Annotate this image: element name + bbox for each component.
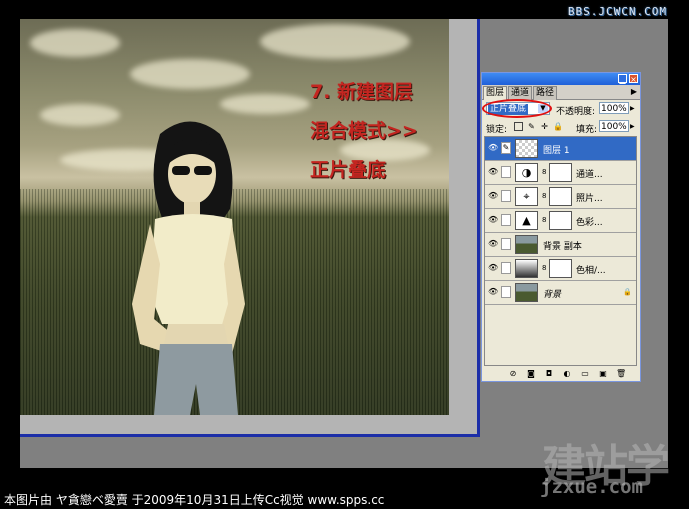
eye-icon[interactable]: 👁: [488, 240, 498, 248]
lock-label: 锁定:: [486, 125, 508, 135]
fill-input[interactable]: 100%: [599, 120, 629, 132]
layer-mask: [549, 259, 572, 278]
opacity-input[interactable]: 100%: [599, 102, 629, 114]
new-layer-icon[interactable]: ▣: [598, 369, 608, 379]
trash-icon[interactable]: 🗑: [616, 369, 626, 379]
chain-icon: 8: [542, 216, 547, 224]
site-logo-url: jzxue.com: [540, 476, 643, 498]
document-image[interactable]: 7. 新建图层 混合模式>> 正片叠底: [20, 19, 449, 415]
link-layers-icon[interactable]: ⊘: [508, 369, 518, 379]
eye-icon[interactable]: 👁: [488, 144, 498, 152]
adjustment-icon: ◑: [515, 163, 538, 182]
layer-style-icon[interactable]: ◙: [526, 369, 536, 379]
layer-thumbnail: [515, 283, 538, 302]
lock-icon: 🔒: [623, 288, 632, 296]
chain-icon: 8: [542, 264, 547, 272]
lock-transparency-icon[interactable]: [514, 122, 523, 131]
layer-row-background-copy[interactable]: 👁 背景 副本: [485, 233, 636, 257]
layer-name[interactable]: 图层 1: [543, 143, 570, 156]
brush-icon[interactable]: ✎: [501, 142, 511, 154]
eye-icon[interactable]: 👁: [488, 216, 498, 224]
palette-bottom-toolbar: ⊘ ◙ ◘ ◐ ▭ ▣ 🗑: [482, 368, 640, 381]
overlay-multiply-label: 正片叠底: [310, 159, 387, 181]
link-box[interactable]: [501, 166, 511, 178]
layer-name[interactable]: 背景 副本: [543, 239, 582, 252]
watermark-top: BBS.JCWCN.COM: [567, 5, 667, 18]
layer-list-empty-area: [485, 305, 636, 365]
eye-icon[interactable]: 👁: [488, 288, 498, 296]
layer-thumbnail: [515, 235, 538, 254]
cloud: [30, 29, 120, 57]
minimize-icon[interactable]: ▁: [618, 74, 627, 84]
layer-mask: [549, 163, 572, 182]
tab-layers[interactable]: 图层: [483, 86, 508, 100]
layer-row-channel[interactable]: 👁 ◑ 8 通道...: [485, 161, 636, 185]
palette-titlebar[interactable]: ▁ ×: [482, 73, 640, 85]
eye-icon[interactable]: 👁: [488, 168, 498, 176]
layer-name[interactable]: 照片...: [576, 191, 603, 204]
adjustment-icon: ▲: [515, 211, 538, 230]
fill-arrow-icon[interactable]: ▶: [630, 123, 635, 130]
lock-all-icon[interactable]: 🔒: [553, 122, 563, 131]
opacity-label: 不透明度:: [556, 107, 596, 117]
layer-name[interactable]: 背景: [543, 287, 561, 300]
link-box[interactable]: [501, 286, 511, 298]
overlay-blend-mode-label: 混合模式>>: [310, 120, 418, 142]
layer-name[interactable]: 色相/...: [576, 263, 606, 276]
cloud: [40, 104, 120, 126]
layer-row-hue-saturation[interactable]: 👁 8 色相/...: [485, 257, 636, 281]
adjustment-icon: [515, 259, 538, 278]
layer-row-photo-filter[interactable]: 👁 ⌖ 8 照片...: [485, 185, 636, 209]
lock-row: 锁定: ✎ ✛ 🔒 填充: 100% ▶: [482, 119, 640, 135]
tab-paths[interactable]: 路径: [533, 86, 558, 100]
lock-position-icon[interactable]: ✛: [540, 122, 549, 131]
red-highlight-ellipse: [482, 99, 552, 118]
layers-palette: ▁ × 图层 通道 路径 ▶ 正片叠底 ▼ 不透明度: 100% ▶ 锁定: ✎…: [481, 72, 641, 382]
tab-channels[interactable]: 通道: [508, 86, 533, 100]
opacity-arrow-icon[interactable]: ▶: [630, 105, 635, 112]
fill-label: 填充:: [576, 125, 598, 135]
layer-list: 👁 ✎ 图层 1 👁 ◑ 8 通道... 👁 ⌖ 8 照片... 👁 ▲ 8 色…: [484, 136, 637, 366]
palette-tabs: 图层 通道 路径 ▶: [482, 85, 640, 100]
close-icon[interactable]: ×: [629, 74, 638, 84]
cloud: [130, 59, 250, 89]
layer-name[interactable]: 色彩...: [576, 215, 603, 228]
add-mask-icon[interactable]: ◘: [544, 369, 554, 379]
footer-credit: 本图片由 ヤ貪戀ベ愛賣 于2009年10月31日上传Cc视觉 www.spps.…: [4, 493, 385, 507]
menu-arrow-icon[interactable]: ▶: [631, 87, 637, 96]
layer-row-color-balance[interactable]: 👁 ▲ 8 色彩...: [485, 209, 636, 233]
blend-row: 正片叠底 ▼ 不透明度: 100% ▶: [482, 99, 640, 118]
cloud: [220, 94, 310, 114]
eye-icon[interactable]: 👁: [488, 192, 498, 200]
layer-thumbnail: [515, 139, 538, 158]
chain-icon: 8: [542, 192, 547, 200]
link-box[interactable]: [501, 190, 511, 202]
link-box[interactable]: [501, 262, 511, 274]
layer-mask: [549, 211, 572, 230]
layer-row-layer-1[interactable]: 👁 ✎ 图层 1: [485, 137, 636, 161]
link-box[interactable]: [501, 214, 511, 226]
eye-icon[interactable]: 👁: [488, 264, 498, 272]
woman-figure: [132, 121, 245, 415]
cloud: [260, 24, 410, 59]
new-group-icon[interactable]: ▭: [580, 369, 590, 379]
overlay-step-title: 7. 新建图层: [310, 81, 414, 103]
layer-mask: [549, 187, 572, 206]
adjustment-icon: ⌖: [515, 187, 538, 206]
layer-name[interactable]: 通道...: [576, 167, 603, 180]
link-box[interactable]: [501, 238, 511, 250]
new-adjustment-icon[interactable]: ◐: [562, 369, 572, 379]
lock-pixels-icon[interactable]: ✎: [527, 122, 536, 131]
layer-row-background[interactable]: 👁 背景 🔒: [485, 281, 636, 305]
chain-icon: 8: [542, 168, 547, 176]
